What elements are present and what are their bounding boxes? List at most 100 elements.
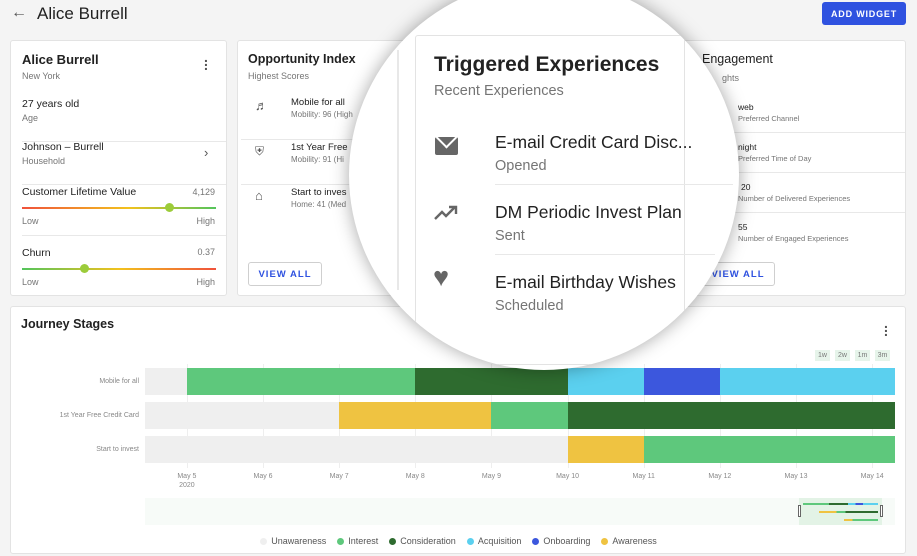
legend-item[interactable]: Unawareness — [260, 536, 326, 546]
item-status: Scheduled — [495, 298, 564, 314]
stage-segment-acquisition[interactable] — [719, 368, 895, 395]
legend-label: Acquisition — [477, 536, 522, 546]
divider — [495, 184, 733, 185]
stage-segment-unawareness[interactable] — [145, 368, 187, 395]
engagement-title: Engagement — [702, 52, 773, 66]
legend-label: Unawareness — [271, 536, 327, 546]
stage-segment-consideration[interactable] — [567, 402, 895, 429]
item-sub: Mobility: 96 (High — [291, 110, 353, 119]
x-tick-label: May 5 — [177, 473, 197, 480]
row-label: 1st Year Free Credit Card — [59, 412, 139, 419]
home-icon: ⌂ — [255, 188, 263, 203]
profile-card: Alice Burrell New York ... 27 years old … — [10, 40, 227, 296]
profile-name: Alice Burrell — [22, 52, 99, 67]
churn-label: Churn — [22, 247, 51, 259]
x-tick-label: May 6 — [253, 473, 273, 480]
legend-item[interactable]: Onboarding — [532, 536, 590, 546]
churn-slider-knob[interactable] — [80, 264, 89, 273]
timeline-navigator[interactable] — [145, 498, 895, 525]
navigator-handle-right[interactable] — [880, 505, 883, 517]
navigator-preview — [803, 503, 878, 505]
legend-item[interactable]: Interest — [337, 536, 378, 546]
churn-value: 0.37 — [197, 247, 215, 257]
item-title: E-mail Birthday Wishes — [495, 272, 676, 292]
legend-dot — [337, 537, 345, 545]
clv-value: 4,129 — [192, 187, 215, 197]
navigator-window[interactable] — [798, 498, 883, 525]
stage-segment-onboarding[interactable] — [643, 368, 720, 395]
add-widget-button[interactable]: ADD WIDGET — [822, 2, 906, 25]
legend-dot — [389, 537, 397, 545]
x-tick-label: May 10 — [556, 473, 580, 480]
chevron-right-icon[interactable]: › — [204, 145, 208, 160]
item-label: Number of Delivered Experiences — [738, 194, 851, 203]
divider — [22, 235, 226, 236]
stage-segment-awareness[interactable] — [339, 402, 492, 429]
navigator-handle-left[interactable] — [798, 505, 801, 517]
clv-slider-knob[interactable] — [165, 203, 174, 212]
divider — [721, 172, 905, 173]
item-title: Start to inves — [291, 187, 347, 198]
trending-up-icon — [434, 205, 458, 220]
triggered-subtitle: Recent Experiences — [434, 83, 564, 99]
triggered-title: Triggered Experiences — [434, 53, 660, 76]
stage-segment-consideration[interactable] — [415, 368, 568, 395]
x-tick-label: May 9 — [481, 473, 501, 480]
item-value: night — [738, 142, 757, 152]
stage-segment-unawareness[interactable] — [145, 436, 568, 463]
range-1m-button[interactable]: 1m — [855, 350, 870, 361]
x-tick-label: May 7 — [329, 473, 349, 480]
range-2w-button[interactable]: 2w — [835, 350, 850, 361]
navigator-preview — [844, 519, 878, 521]
page-title: Alice Burrell — [37, 4, 128, 23]
x-tick-label: May 14 — [860, 473, 884, 480]
divider — [495, 254, 715, 255]
legend-label: Interest — [348, 536, 379, 546]
stage-segment-unawareness[interactable] — [145, 402, 340, 429]
magnifier-lens: Triggered Experiences Recent Experiences… — [349, 0, 739, 370]
back-arrow-icon[interactable]: ← — [11, 4, 27, 22]
item-label: Number of Engaged Experiences — [738, 234, 849, 243]
x-tick-label: May 11 — [632, 473, 655, 480]
age-value: 27 years old — [22, 98, 80, 110]
item-label: Preferred Time of Day — [738, 154, 812, 163]
opportunity-subtitle: Highest Scores — [248, 71, 310, 81]
stage-segment-awareness[interactable] — [567, 436, 644, 463]
legend-dot — [260, 537, 268, 545]
chart-legend: Unawareness Interest Consideration Acquisit… — [0, 536, 917, 546]
item-title: Mobile for all — [291, 97, 345, 108]
email-icon — [435, 137, 458, 155]
item-value: 55 — [738, 222, 748, 232]
age-label: Age — [22, 113, 39, 123]
legend-item[interactable]: Consideration — [389, 536, 456, 546]
x-tick-label: May 13 — [784, 473, 808, 480]
legend-label: Onboarding — [543, 536, 591, 546]
clv-slider[interactable] — [22, 203, 216, 212]
stage-segment-interest[interactable] — [491, 402, 568, 429]
x-tick-label: May 8 — [405, 473, 425, 480]
churn-low: Low — [22, 277, 39, 287]
churn-slider[interactable] — [22, 264, 216, 273]
item-status: Sent — [495, 228, 525, 244]
opportunity-view-all-button[interactable]: VIEW ALL — [248, 262, 322, 286]
legend-label: Awareness — [612, 536, 657, 546]
engagement-subtitle: ghts — [722, 73, 740, 83]
legend-item[interactable]: Acquisition — [466, 536, 522, 546]
more-vert-icon[interactable]: ... — [884, 316, 888, 338]
more-vert-icon[interactable]: ... — [204, 50, 208, 72]
x-tick-label: May 12 — [708, 473, 732, 480]
opportunity-title: Opportunity Index — [248, 52, 356, 66]
stage-segment-interest[interactable] — [643, 436, 895, 463]
churn-high: High — [196, 277, 215, 287]
row-label: Start to invest — [96, 446, 139, 453]
row-label: Mobile for all — [99, 378, 139, 385]
legend-dot — [601, 537, 609, 545]
range-1w-button[interactable]: 1w — [815, 350, 830, 361]
navigator-preview — [819, 511, 878, 513]
triggered-experiences-card: Triggered Experiences Recent Experiences… — [415, 35, 733, 365]
item-title: DM Periodic Invest Plan — [495, 202, 682, 222]
range-3m-button[interactable]: 3m — [875, 350, 890, 361]
legend-item[interactable]: Awareness — [601, 536, 657, 546]
stage-segment-interest[interactable] — [186, 368, 416, 395]
stage-segment-acquisition[interactable] — [567, 368, 644, 395]
